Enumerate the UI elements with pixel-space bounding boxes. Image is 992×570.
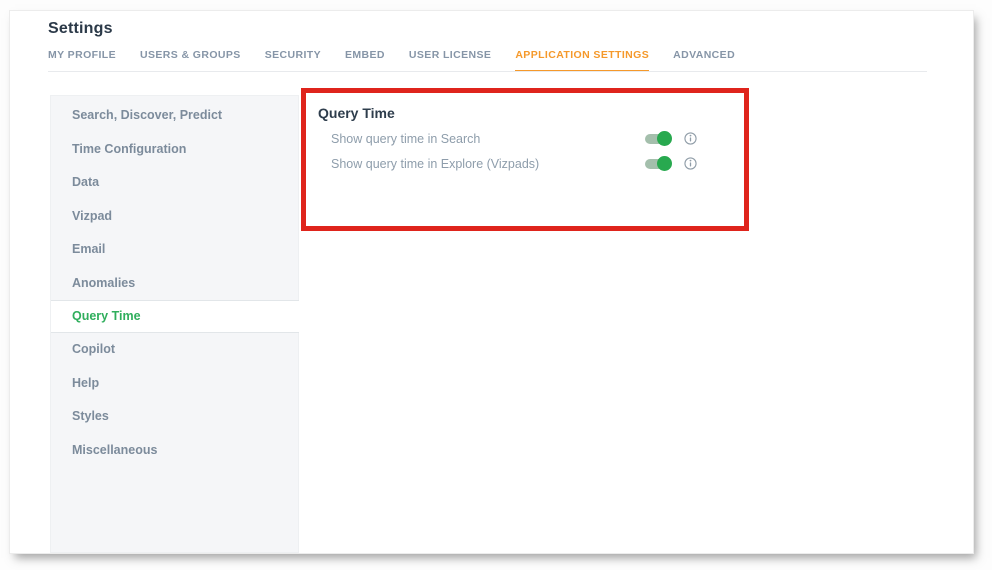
toggle-knob	[657, 156, 672, 171]
setting-row-show-query-time-in-explore-vizpads: Show query time in Explore (Vizpads)	[331, 151, 697, 176]
sidebar-item-email[interactable]: Email	[51, 233, 298, 267]
info-icon[interactable]	[684, 157, 697, 170]
tab-application-settings[interactable]: APPLICATION SETTINGS	[515, 49, 649, 72]
tab-bar: MY PROFILE USERS & GROUPS SECURITY EMBED USE…	[48, 49, 735, 72]
setting-label: Show query time in Explore (Vizpads)	[331, 157, 645, 171]
sidebar-item-anomalies[interactable]: Anomalies	[51, 267, 298, 301]
tab-security[interactable]: SECURITY	[265, 49, 321, 72]
toggle-knob	[657, 131, 672, 146]
sidebar-item-search-discover-predict[interactable]: Search, Discover, Predict	[51, 99, 298, 133]
sidebar-item-miscellaneous[interactable]: Miscellaneous	[51, 434, 298, 468]
setting-row-show-query-time-in-search: Show query time in Search	[331, 126, 697, 151]
tab-advanced[interactable]: ADVANCED	[673, 49, 735, 72]
settings-list: Show query time in Search Show query time…	[331, 126, 697, 176]
page-title: Settings	[48, 20, 113, 38]
setting-label: Show query time in Search	[331, 132, 645, 146]
tab-users-groups[interactable]: USERS & GROUPS	[140, 49, 241, 72]
sidebar-item-data[interactable]: Data	[51, 166, 298, 200]
app-window: Settings MY PROFILE USERS & GROUPS SECURIT…	[10, 11, 973, 553]
sidebar-item-time-configuration[interactable]: Time Configuration	[51, 133, 298, 167]
sidebar-item-styles[interactable]: Styles	[51, 400, 298, 434]
sidebar-item-vizpad[interactable]: Vizpad	[51, 200, 298, 234]
tab-user-license[interactable]: USER LICENSE	[409, 49, 491, 72]
toggle-switch[interactable]	[645, 159, 670, 169]
settings-sidebar: Search, Discover, PredictTime Configurat…	[50, 95, 299, 553]
info-icon[interactable]	[684, 132, 697, 145]
tab-bar-divider	[48, 71, 927, 72]
section-title: Query Time	[318, 105, 395, 121]
sidebar-item-copilot[interactable]: Copilot	[51, 333, 298, 367]
tab-embed[interactable]: EMBED	[345, 49, 385, 72]
sidebar-item-help[interactable]: Help	[51, 367, 298, 401]
toggle-switch[interactable]	[645, 134, 670, 144]
tab-my-profile[interactable]: MY PROFILE	[48, 49, 116, 72]
sidebar-item-query-time[interactable]: Query Time	[51, 300, 299, 333]
